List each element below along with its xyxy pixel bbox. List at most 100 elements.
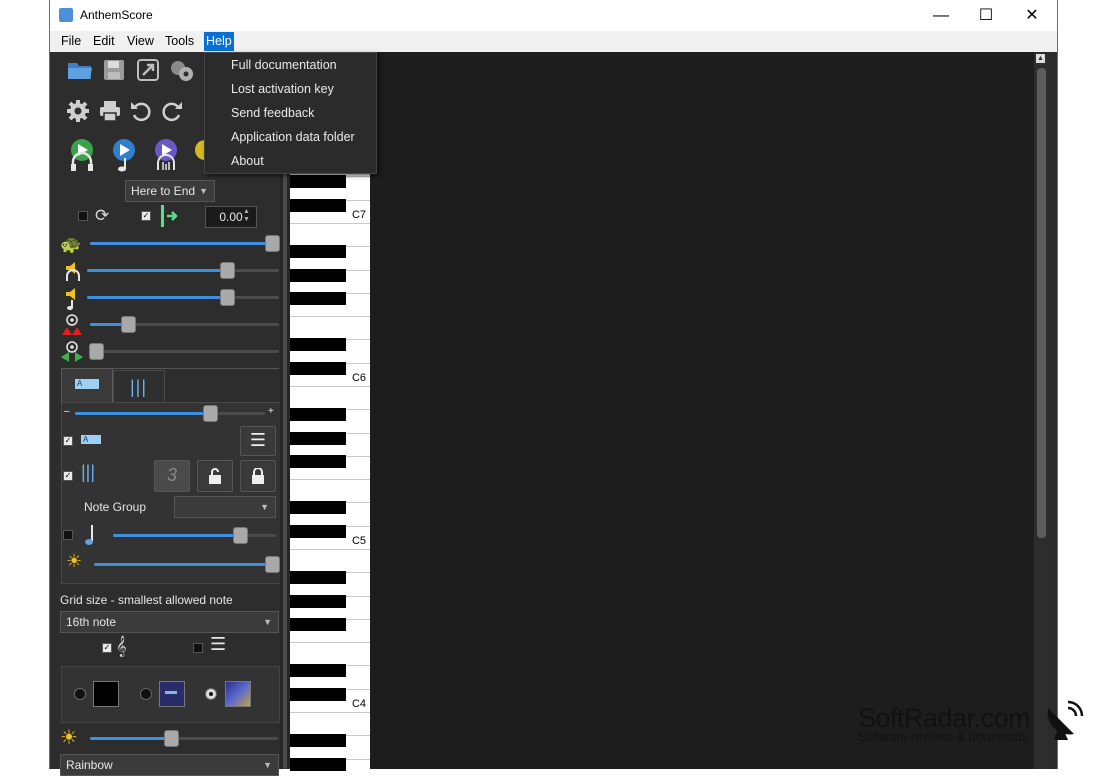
menu-view[interactable]: View [125,34,156,48]
menu-item-lost-activation-key[interactable]: Lost activation key [231,82,334,96]
play-note-icon[interactable] [109,138,139,174]
app-window: AnthemScore — ☐ ✕ File Edit View Tools H… [49,0,1058,776]
maximize-button[interactable]: ☐ [963,0,1009,31]
black-key[interactable] [290,269,346,282]
minimize-button[interactable]: — [918,0,964,31]
settings-icon[interactable] [64,99,92,127]
show-note-names-checkbox[interactable]: ✓ [63,436,73,446]
note-length-knob[interactable] [233,527,248,544]
black-key[interactable] [290,455,346,468]
text-size-knob[interactable] [203,405,218,422]
print-icon[interactable] [96,99,124,127]
spin-arrows-icon[interactable]: ▲ ▼ [243,208,250,224]
black-key[interactable] [290,362,346,375]
tab-bars[interactable]: ||| [113,370,165,404]
save-icon[interactable] [100,59,128,87]
horizontal-zoom-track[interactable] [90,350,279,353]
note-name-icon: A [81,435,101,444]
headphone-volume-knob[interactable] [220,262,235,279]
staff-checkbox[interactable]: ✓ [102,643,112,653]
note-group-label: Note Group [84,500,147,514]
headphone-volume-fill [87,269,227,272]
menu-help[interactable]: Help [204,32,234,51]
mode-radio-black[interactable] [74,688,86,700]
chevron-down-icon: ▼ [260,502,269,512]
black-key[interactable] [290,618,346,631]
bars-toggle-icon: ||| [81,462,96,482]
loop-icon: ⟳ [95,206,110,225]
menu-edit[interactable]: Edit [91,34,117,48]
black-key[interactable] [290,292,346,305]
black-key[interactable] [290,758,346,771]
black-key[interactable] [290,432,346,445]
play-headphones-icon[interactable] [67,138,97,174]
mode-radio-spectrogram[interactable] [205,688,217,700]
brightness-bottom-icon: ☀ [60,727,78,749]
menu-tools[interactable]: Tools [163,34,196,48]
export-icon[interactable] [134,59,162,87]
brightness-bottom-knob[interactable] [164,730,179,747]
black-key[interactable] [290,338,346,351]
brightness-top-knob[interactable] [265,556,280,573]
unlock-button[interactable] [197,460,233,492]
black-key[interactable] [290,664,346,677]
mode-radio-notes[interactable] [140,688,152,700]
black-key[interactable] [290,245,346,258]
note-volume-knob[interactable] [220,289,235,306]
octave-label: C6 [351,372,366,384]
menu-item-about[interactable]: About [231,154,264,168]
window-title: AnthemScore [80,8,153,22]
playback-range-select[interactable]: Here to End ▼ [125,180,215,202]
black-key[interactable] [290,595,346,608]
brightness-top-fill [94,563,272,566]
brightness-bottom-fill [90,737,171,740]
black-key[interactable] [290,571,346,584]
show-bars-checkbox[interactable]: ✓ [63,471,73,481]
loop-checkbox[interactable] [78,211,88,221]
octave-label: C7 [351,209,366,221]
note-group-select[interactable]: ▼ [174,496,276,518]
title-bar: AnthemScore — ☐ ✕ [50,0,1057,32]
close-button[interactable]: ✕ [1009,0,1055,31]
speed-slider-knob[interactable] [265,235,280,252]
vertical-zoom-knob[interactable] [121,316,136,333]
lock-button[interactable] [240,460,276,492]
colormap-select[interactable]: Rainbow ▼ [60,754,279,776]
grid-size-select[interactable]: 16th note ▼ [60,611,279,633]
tuplet-label: 3 [166,465,177,485]
note-length-checkbox[interactable] [63,530,73,540]
grid-size-label: Grid size - smallest allowed note [60,593,233,607]
scroll-up-icon[interactable]: ▲ [1036,54,1045,63]
gear-icon[interactable] [168,59,196,87]
menu-item-full-documentation[interactable]: Full documentation [231,58,337,72]
black-key[interactable] [290,199,346,212]
white-key-divider [290,316,370,317]
horizontal-zoom-knob[interactable] [89,343,104,360]
black-key[interactable] [290,688,346,701]
zoom-minus-label: – [64,406,70,417]
scrollbar-thumb[interactable] [1037,68,1046,538]
black-key[interactable] [290,408,346,421]
black-key[interactable] [290,525,346,538]
lines-checkbox[interactable] [193,643,203,653]
menu-item-send-feedback[interactable]: Send feedback [231,106,314,120]
grid-size-value: 16th note [66,615,117,629]
menu-item-application-data-folder[interactable]: Application data folder [231,130,355,144]
bars-icon: ||| [130,377,148,397]
undo-icon[interactable] [127,99,155,127]
black-swatch [93,681,119,707]
cursor-checkbox[interactable]: ✓ [141,211,151,221]
redo-icon[interactable] [158,99,186,127]
score-canvas[interactable] [370,52,1035,769]
play-audio-icon[interactable] [151,138,181,174]
black-key[interactable] [290,175,346,188]
tab-notes[interactable]: A [61,368,113,403]
menu-bar: File Edit View Tools Help [50,31,1057,52]
open-folder-icon[interactable] [66,59,94,87]
tuplet-button[interactable]: 3 [154,460,190,492]
vertical-scrollbar[interactable]: ▲ [1034,52,1048,769]
black-key[interactable] [290,501,346,514]
black-key[interactable] [290,734,346,747]
menu-button[interactable]: ☰ [240,426,276,456]
menu-file[interactable]: File [59,34,83,48]
